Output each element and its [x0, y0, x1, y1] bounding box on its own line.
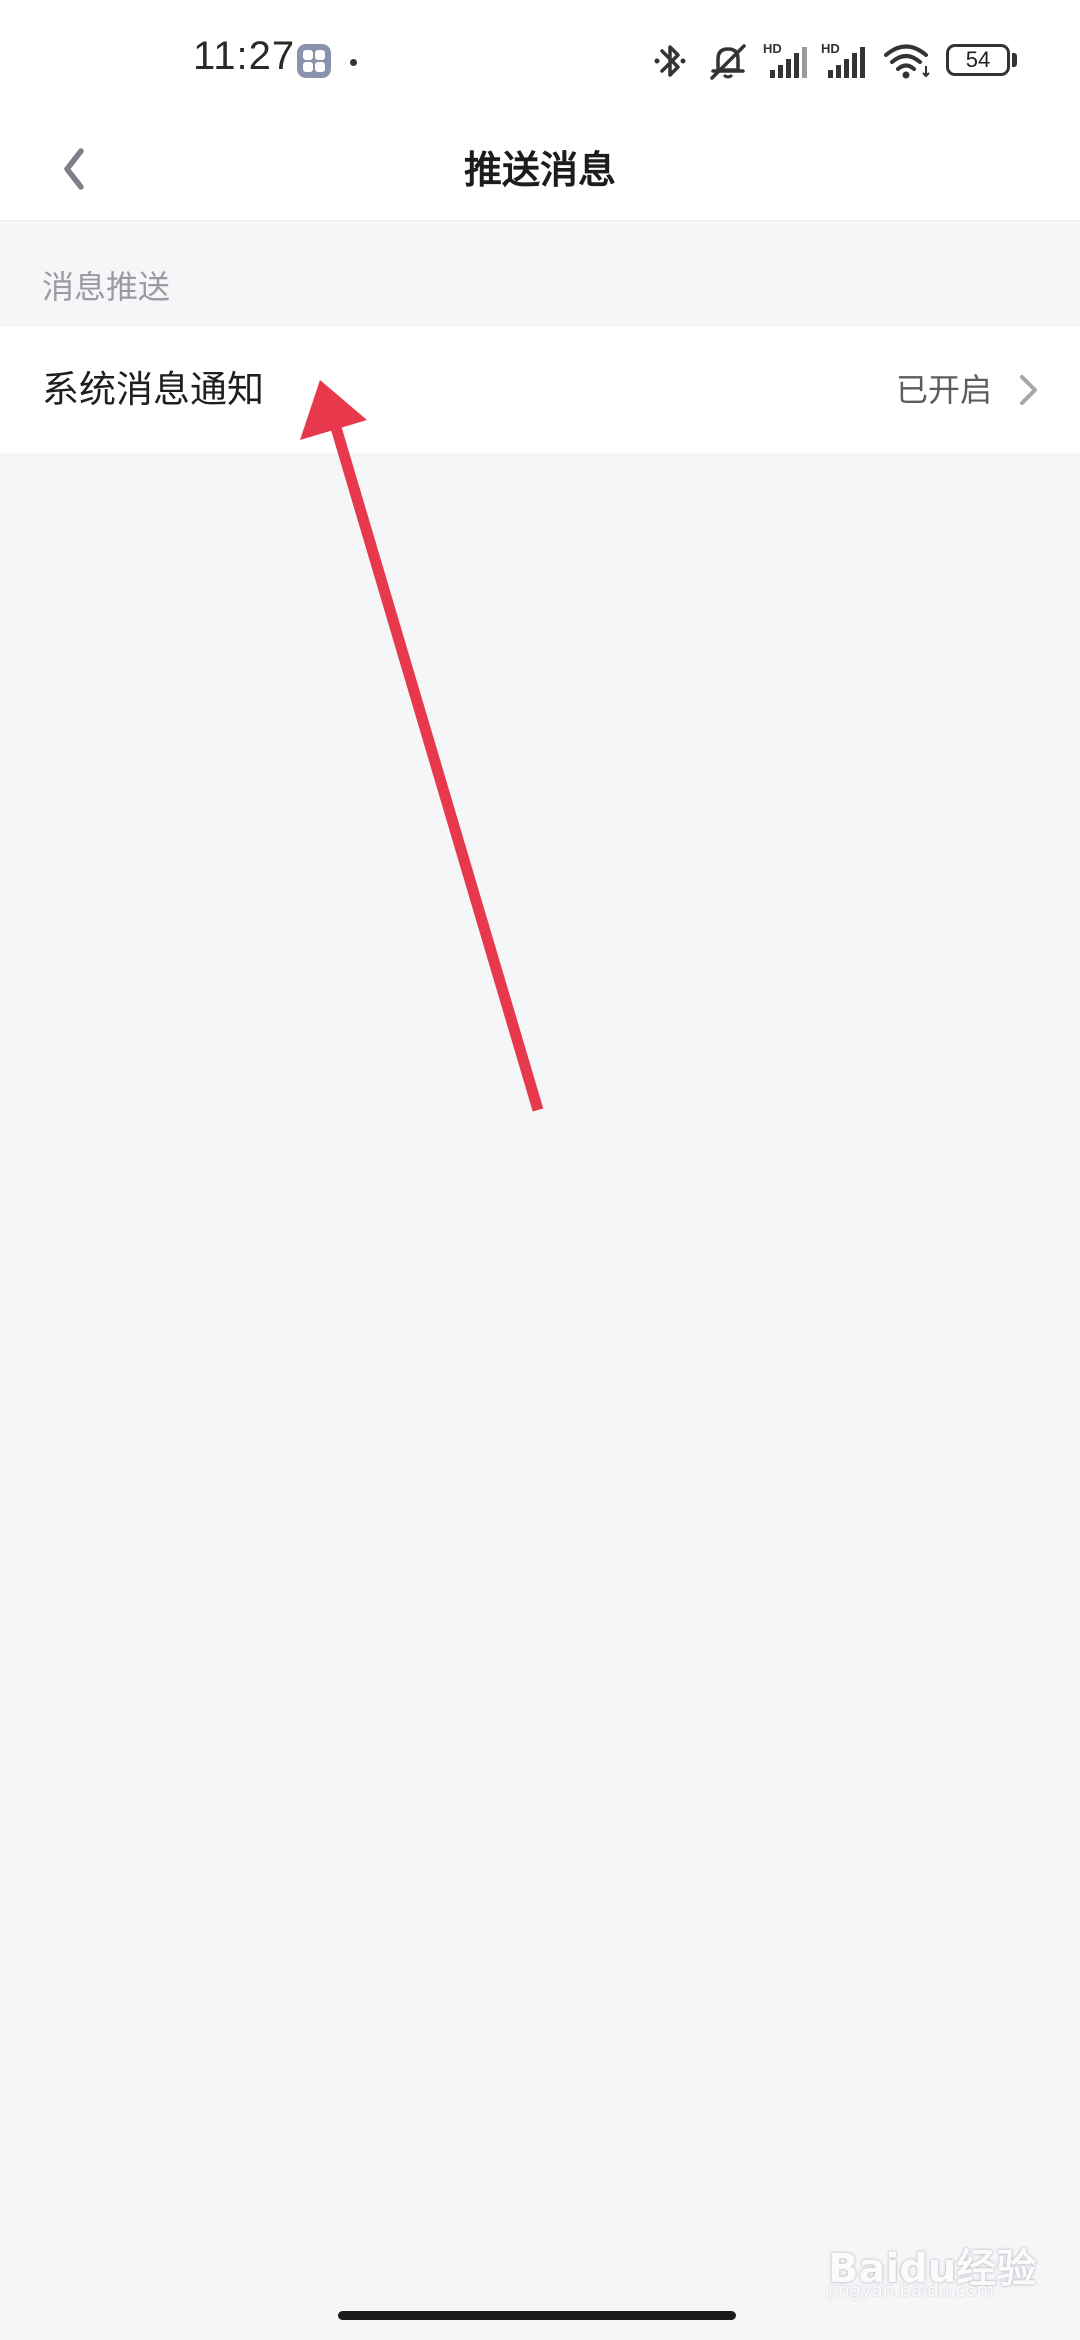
status-bar: 11:27 HD HD 54 — [0, 0, 1080, 120]
network-label: HD — [821, 41, 840, 56]
section-header: 消息推送 — [42, 268, 171, 306]
chevron-right-icon — [1020, 375, 1037, 405]
chevron-left-icon — [64, 148, 84, 190]
home-indicator[interactable] — [338, 2311, 736, 2320]
battery-level: 54 — [965, 47, 991, 72]
bluetooth-icon — [654, 45, 686, 77]
nav-bar: 推送消息 — [0, 120, 1080, 221]
signal-icon: HD — [821, 41, 865, 78]
watermark-logo: Baidu经验 jingyan.baidu.com — [828, 2236, 1036, 2301]
row-status-value: 已开启 — [895, 371, 992, 409]
network-label: HD — [763, 41, 782, 56]
system-notification-row[interactable]: 系统消息通知 已开启 — [0, 327, 1080, 453]
battery-icon: 54 — [946, 44, 1010, 76]
wifi-icon — [884, 44, 930, 79]
app-icon — [297, 44, 331, 78]
battery-nub — [1012, 53, 1017, 67]
status-time: 11:27 — [193, 34, 296, 78]
signal-icon: HD — [763, 41, 807, 78]
mute-icon — [710, 44, 746, 80]
notification-dot — [350, 59, 357, 66]
page-title: 推送消息 — [463, 148, 616, 192]
watermark-url: jingyan.baidu.com — [828, 2280, 995, 2301]
back-button[interactable] — [40, 130, 110, 210]
row-label: 系统消息通知 — [42, 368, 264, 411]
